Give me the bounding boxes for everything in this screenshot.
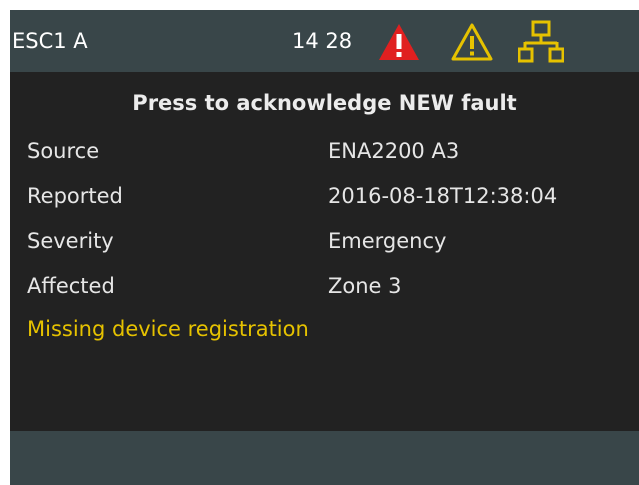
- severity-row: Severity Emergency: [10, 228, 639, 274]
- acknowledge-prompt[interactable]: Press to acknowledge NEW fault: [10, 90, 639, 116]
- fault-message: Missing device registration: [27, 317, 309, 341]
- warning-icon[interactable]: [450, 22, 494, 62]
- reported-label: Reported: [27, 184, 123, 208]
- fault-panel[interactable]: Press to acknowledge NEW fault Source EN…: [10, 72, 639, 431]
- status-bar: ESC1 A 14 28: [10, 10, 639, 72]
- severity-label: Severity: [27, 229, 114, 253]
- source-label: Source: [27, 139, 100, 163]
- display-screen: ESC1 A 14 28 Press to acknowledge NEW fa…: [10, 10, 639, 485]
- affected-row: Affected Zone 3: [10, 273, 639, 319]
- reported-value: 2016-08-18T12:38:04: [328, 184, 558, 208]
- severity-value: Emergency: [328, 229, 447, 253]
- affected-label: Affected: [27, 274, 115, 298]
- alarm-icon[interactable]: [377, 22, 421, 62]
- bottom-bar: [10, 431, 639, 485]
- affected-value: Zone 3: [328, 274, 402, 298]
- reported-row: Reported 2016-08-18T12:38:04: [10, 183, 639, 229]
- clock: 14 28: [292, 29, 353, 53]
- source-value: ENA2200 A3: [328, 139, 460, 163]
- network-icon[interactable]: [518, 20, 564, 64]
- source-row: Source ENA2200 A3: [10, 138, 639, 184]
- device-name: ESC1 A: [12, 29, 88, 53]
